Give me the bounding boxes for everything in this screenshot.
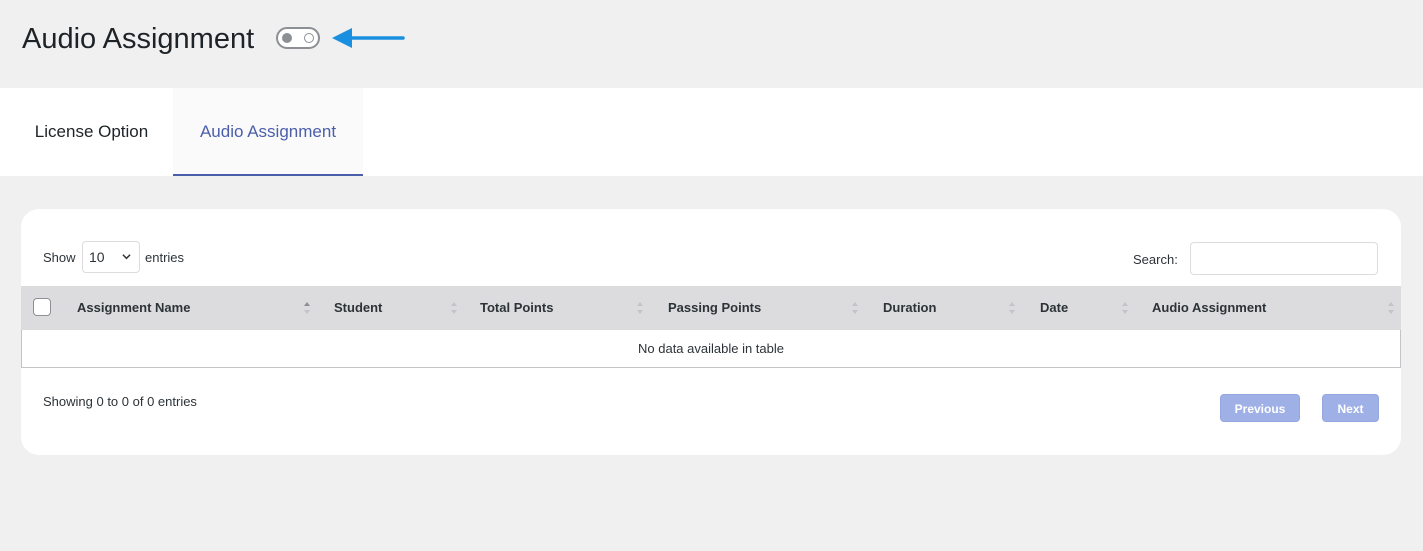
previous-button[interactable]: Previous xyxy=(1220,394,1300,422)
column-header-audio-assignment[interactable]: Audio Assignment xyxy=(1152,286,1266,330)
search-input[interactable] xyxy=(1190,242,1378,275)
sort-asc-icon[interactable] xyxy=(304,301,310,315)
empty-table-message: No data available in table xyxy=(638,341,784,356)
arrow-left-icon xyxy=(332,28,405,48)
table-header: Assignment Name Student Total Points Pas… xyxy=(21,286,1401,330)
table-info: Showing 0 to 0 of 0 entries xyxy=(43,394,197,409)
entries-label: entries xyxy=(145,250,185,265)
entries-select[interactable]: 10 xyxy=(82,241,140,273)
sort-icon[interactable] xyxy=(451,301,457,315)
tab-license-option[interactable]: License Option xyxy=(10,88,173,176)
column-header-duration[interactable]: Duration xyxy=(883,286,936,330)
tab-bar: License Option Audio Assignment xyxy=(0,88,1423,176)
page-title: Audio Assignment xyxy=(22,23,255,55)
show-label: Show xyxy=(43,250,76,265)
sort-icon[interactable] xyxy=(1388,301,1394,315)
toggle-off-icon[interactable] xyxy=(276,27,320,49)
column-header-date[interactable]: Date xyxy=(1040,286,1068,330)
toggle-ring xyxy=(304,33,314,43)
column-header-assignment-name[interactable]: Assignment Name xyxy=(77,286,190,330)
assignments-card: Show 10 entries Search: Assignment Name … xyxy=(21,209,1401,455)
page-header: Audio Assignment xyxy=(0,0,1423,88)
assignments-table: Assignment Name Student Total Points Pas… xyxy=(21,286,1401,368)
toggle-knob xyxy=(282,33,292,43)
sort-icon[interactable] xyxy=(1009,301,1015,315)
column-header-student[interactable]: Student xyxy=(334,286,382,330)
column-header-total-points[interactable]: Total Points xyxy=(480,286,553,330)
sort-icon[interactable] xyxy=(637,301,643,315)
chevron-down-icon xyxy=(122,254,131,260)
next-button[interactable]: Next xyxy=(1322,394,1379,422)
select-all-checkbox[interactable] xyxy=(33,298,51,316)
sort-icon[interactable] xyxy=(852,301,858,315)
column-header-passing-points[interactable]: Passing Points xyxy=(668,286,761,330)
entries-select-value: 10 xyxy=(89,249,105,265)
search-label: Search: xyxy=(1133,252,1178,267)
tab-audio-assignment[interactable]: Audio Assignment xyxy=(173,88,363,176)
sort-icon[interactable] xyxy=(1122,301,1128,315)
